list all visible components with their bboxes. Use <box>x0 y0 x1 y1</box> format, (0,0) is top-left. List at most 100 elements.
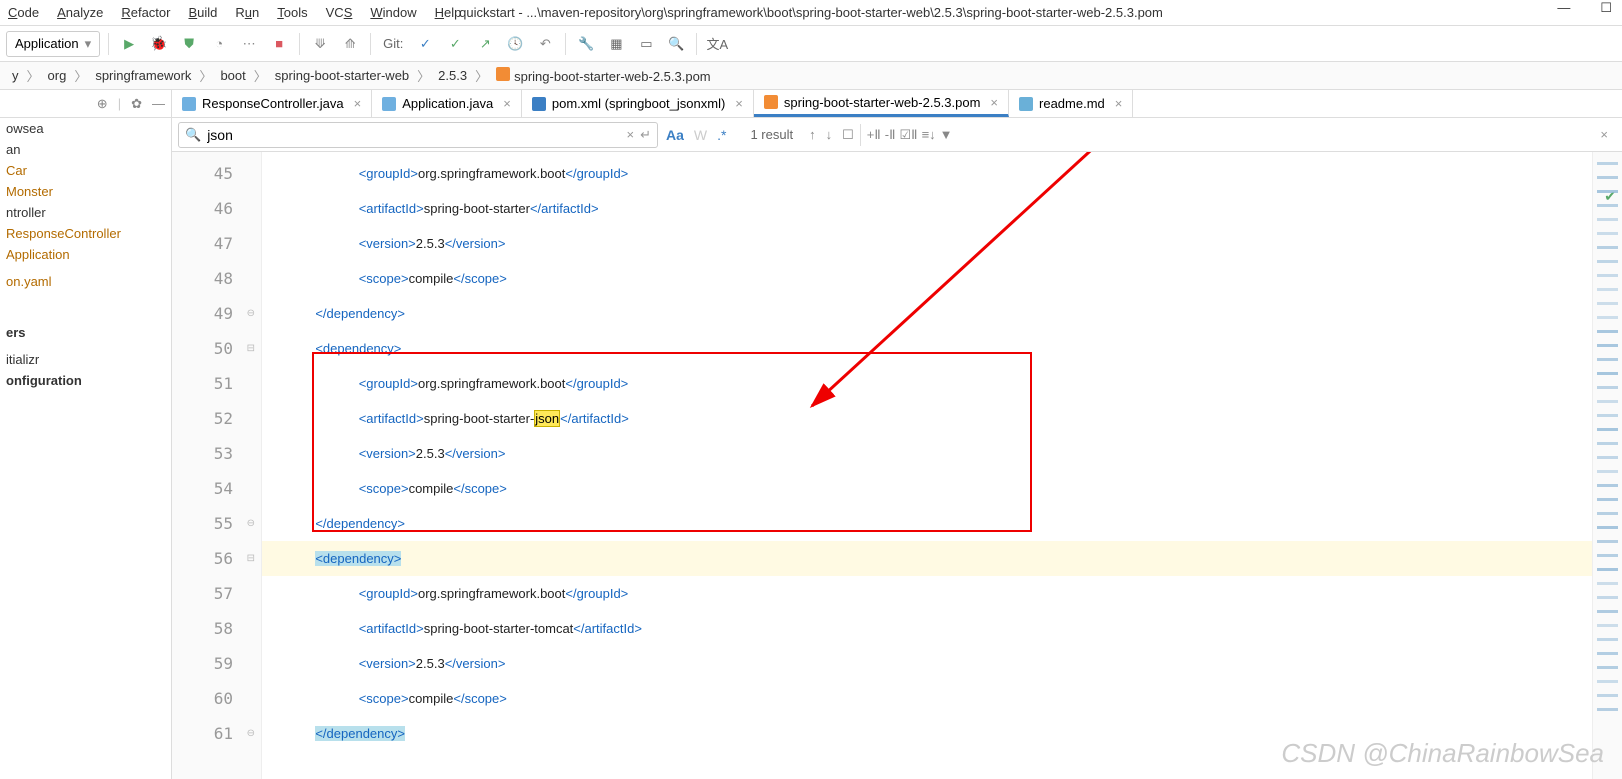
git-history-button[interactable]: 🕓 <box>503 32 527 56</box>
remove-selection-button[interactable]: -Ⅱ <box>885 127 896 143</box>
editor-area: ResponseController.java×Application.java… <box>172 90 1622 779</box>
editor-tab[interactable]: pom.xml (springboot_jsonxml) × <box>522 90 754 117</box>
breadcrumb-item[interactable]: y <box>6 68 25 83</box>
sidebar-item[interactable]: on.yaml <box>0 271 171 292</box>
menu-window[interactable]: Window <box>370 5 416 20</box>
settings-icon[interactable]: ✿ <box>131 96 142 112</box>
maximize-button[interactable]: ☐ <box>1600 0 1612 16</box>
sidebar-item[interactable]: ntroller <box>0 202 171 223</box>
menu-refactor[interactable]: Refactor <box>121 5 170 20</box>
close-tab-icon[interactable]: × <box>354 96 362 111</box>
menu-help[interactable]: Help <box>435 5 462 20</box>
close-tab-icon[interactable]: × <box>1115 96 1123 111</box>
run-anything-button[interactable]: ▭ <box>634 32 658 56</box>
settings-button[interactable]: 🔧 <box>574 32 598 56</box>
breadcrumb-file[interactable]: spring-boot-starter-web-2.5.3.pom <box>490 67 717 84</box>
close-tab-icon[interactable]: × <box>990 95 998 110</box>
toggle-grid-button[interactable]: ≡↓ <box>922 127 936 142</box>
vcs-update-button[interactable]: ⟱ <box>308 32 332 56</box>
editor-tabs: ResponseController.java×Application.java… <box>172 90 1622 118</box>
locate-icon[interactable]: ⊕ <box>97 96 108 112</box>
editor-tab[interactable]: Application.java× <box>372 90 522 117</box>
sidebar-item[interactable]: ers <box>0 322 171 343</box>
git-pull-button[interactable]: ✓ <box>413 32 437 56</box>
regex-toggle[interactable]: .* <box>717 127 726 143</box>
run-config-label: Application <box>15 36 79 51</box>
vcs-commit-button[interactable]: ⟰ <box>338 32 362 56</box>
select-occurrences-button[interactable]: ☑Ⅱ <box>900 127 918 143</box>
translate-button[interactable]: 文A <box>705 32 729 56</box>
close-tab-icon[interactable]: × <box>735 96 743 111</box>
menu-build[interactable]: Build <box>188 5 217 20</box>
sidebar-item[interactable]: Car <box>0 160 171 181</box>
sidebar-header: ⊕ | ✿ — <box>0 90 171 118</box>
filter-button[interactable]: ▼ <box>940 127 953 142</box>
menu-tools[interactable]: Tools <box>277 5 307 20</box>
editor-tab[interactable]: spring-boot-starter-web-2.5.3.pom× <box>754 90 1009 117</box>
sidebar-item[interactable]: ResponseController <box>0 223 171 244</box>
window-title: quickstart - ...\maven-repository\org\sp… <box>459 5 1163 20</box>
history-icon[interactable]: ↵ <box>640 127 651 143</box>
git-push-button[interactable]: ↗ <box>473 32 497 56</box>
run-config-selector[interactable]: Application ▾ <box>6 31 100 57</box>
code-editor[interactable]: 4546474849⊖50⊟5152535455⊖56⊟5758596061⊖ … <box>172 152 1622 779</box>
editor-tab[interactable]: ResponseController.java× <box>172 90 372 117</box>
close-tab-icon[interactable]: × <box>503 96 511 111</box>
git-commit-button[interactable]: ✓ <box>443 32 467 56</box>
clear-search-icon[interactable]: × <box>627 127 635 142</box>
breadcrumb-item[interactable]: spring-boot-starter-web <box>269 68 415 83</box>
debug-button[interactable]: 🐞 <box>147 32 171 56</box>
find-input[interactable] <box>207 127 620 143</box>
menu-analyze[interactable]: Analyze <box>57 5 103 20</box>
find-bar: 🔍 × ↵ Aa W .* 1 result ↑ ↓ ☐ +Ⅱ -Ⅱ ☑Ⅱ ≡↓… <box>172 118 1622 152</box>
file-icon <box>532 97 546 111</box>
breadcrumb-item[interactable]: 2.5.3 <box>432 68 473 83</box>
search-icon: 🔍 <box>185 127 201 143</box>
minimize-button[interactable]: — <box>1557 0 1570 16</box>
stop-button[interactable]: ■ <box>267 32 291 56</box>
menu-code[interactable]: Code <box>8 5 39 20</box>
chevron-down-icon: ▾ <box>85 36 92 52</box>
sidebar-item[interactable]: onfiguration <box>0 370 171 391</box>
close-find-button[interactable]: × <box>1600 127 1616 142</box>
project-structure-button[interactable]: ▦ <box>604 32 628 56</box>
coverage-button[interactable]: ⛊ <box>177 32 201 56</box>
minimap[interactable]: ✔ <box>1592 152 1622 779</box>
find-results-count: 1 result <box>750 127 793 142</box>
divider-icon: | <box>118 96 121 111</box>
add-selection-button[interactable]: +Ⅱ <box>867 127 881 143</box>
file-icon <box>382 97 396 111</box>
breadcrumb-item[interactable]: boot <box>214 68 251 83</box>
breadcrumb-bar: y〉 org〉 springframework〉 boot〉 spring-bo… <box>0 62 1622 90</box>
prev-match-button[interactable]: ↑ <box>809 127 816 143</box>
code-content[interactable]: <groupId>org.springframework.boot</group… <box>262 152 1592 779</box>
sidebar-item[interactable]: owsea <box>0 118 171 139</box>
sidebar-item[interactable]: itializr <box>0 349 171 370</box>
project-sidebar[interactable]: ⊕ | ✿ — owseaanCarMonsterntrollerRespons… <box>0 90 172 779</box>
tab-label: pom.xml (springboot_jsonxml) <box>552 96 725 111</box>
find-input-wrapper: 🔍 × ↵ <box>178 122 658 148</box>
sidebar-item[interactable]: Monster <box>0 181 171 202</box>
pom-file-icon <box>496 67 510 81</box>
run-button[interactable]: ▶ <box>117 32 141 56</box>
line-gutter: 4546474849⊖50⊟5152535455⊖56⊟5758596061⊖ <box>172 152 262 779</box>
attach-button[interactable]: ⋯ <box>237 32 261 56</box>
profile-button[interactable]: ◔ <box>207 32 231 56</box>
sidebar-item[interactable]: an <box>0 139 171 160</box>
menu-run[interactable]: Run <box>235 5 259 20</box>
select-all-button[interactable]: ☐ <box>842 127 854 143</box>
git-rollback-button[interactable]: ↶ <box>533 32 557 56</box>
menu-bar: Code Analyze Refactor Build Run Tools VC… <box>0 0 1622 26</box>
match-case-toggle[interactable]: Aa <box>666 127 684 143</box>
collapse-icon[interactable]: — <box>152 96 165 111</box>
sidebar-item[interactable]: Application <box>0 244 171 265</box>
menu-vcs[interactable]: VCS <box>326 5 353 20</box>
search-everywhere-button[interactable]: 🔍 <box>664 32 688 56</box>
main-toolbar: Application ▾ ▶ 🐞 ⛊ ◔ ⋯ ■ ⟱ ⟰ Git: ✓ ✓ ↗… <box>0 26 1622 62</box>
breadcrumb-item[interactable]: springframework <box>89 68 197 83</box>
words-toggle[interactable]: W <box>694 127 707 143</box>
breadcrumb-item[interactable]: org <box>42 68 73 83</box>
git-label: Git: <box>383 36 403 51</box>
next-match-button[interactable]: ↓ <box>826 127 833 143</box>
editor-tab[interactable]: readme.md× <box>1009 90 1133 117</box>
